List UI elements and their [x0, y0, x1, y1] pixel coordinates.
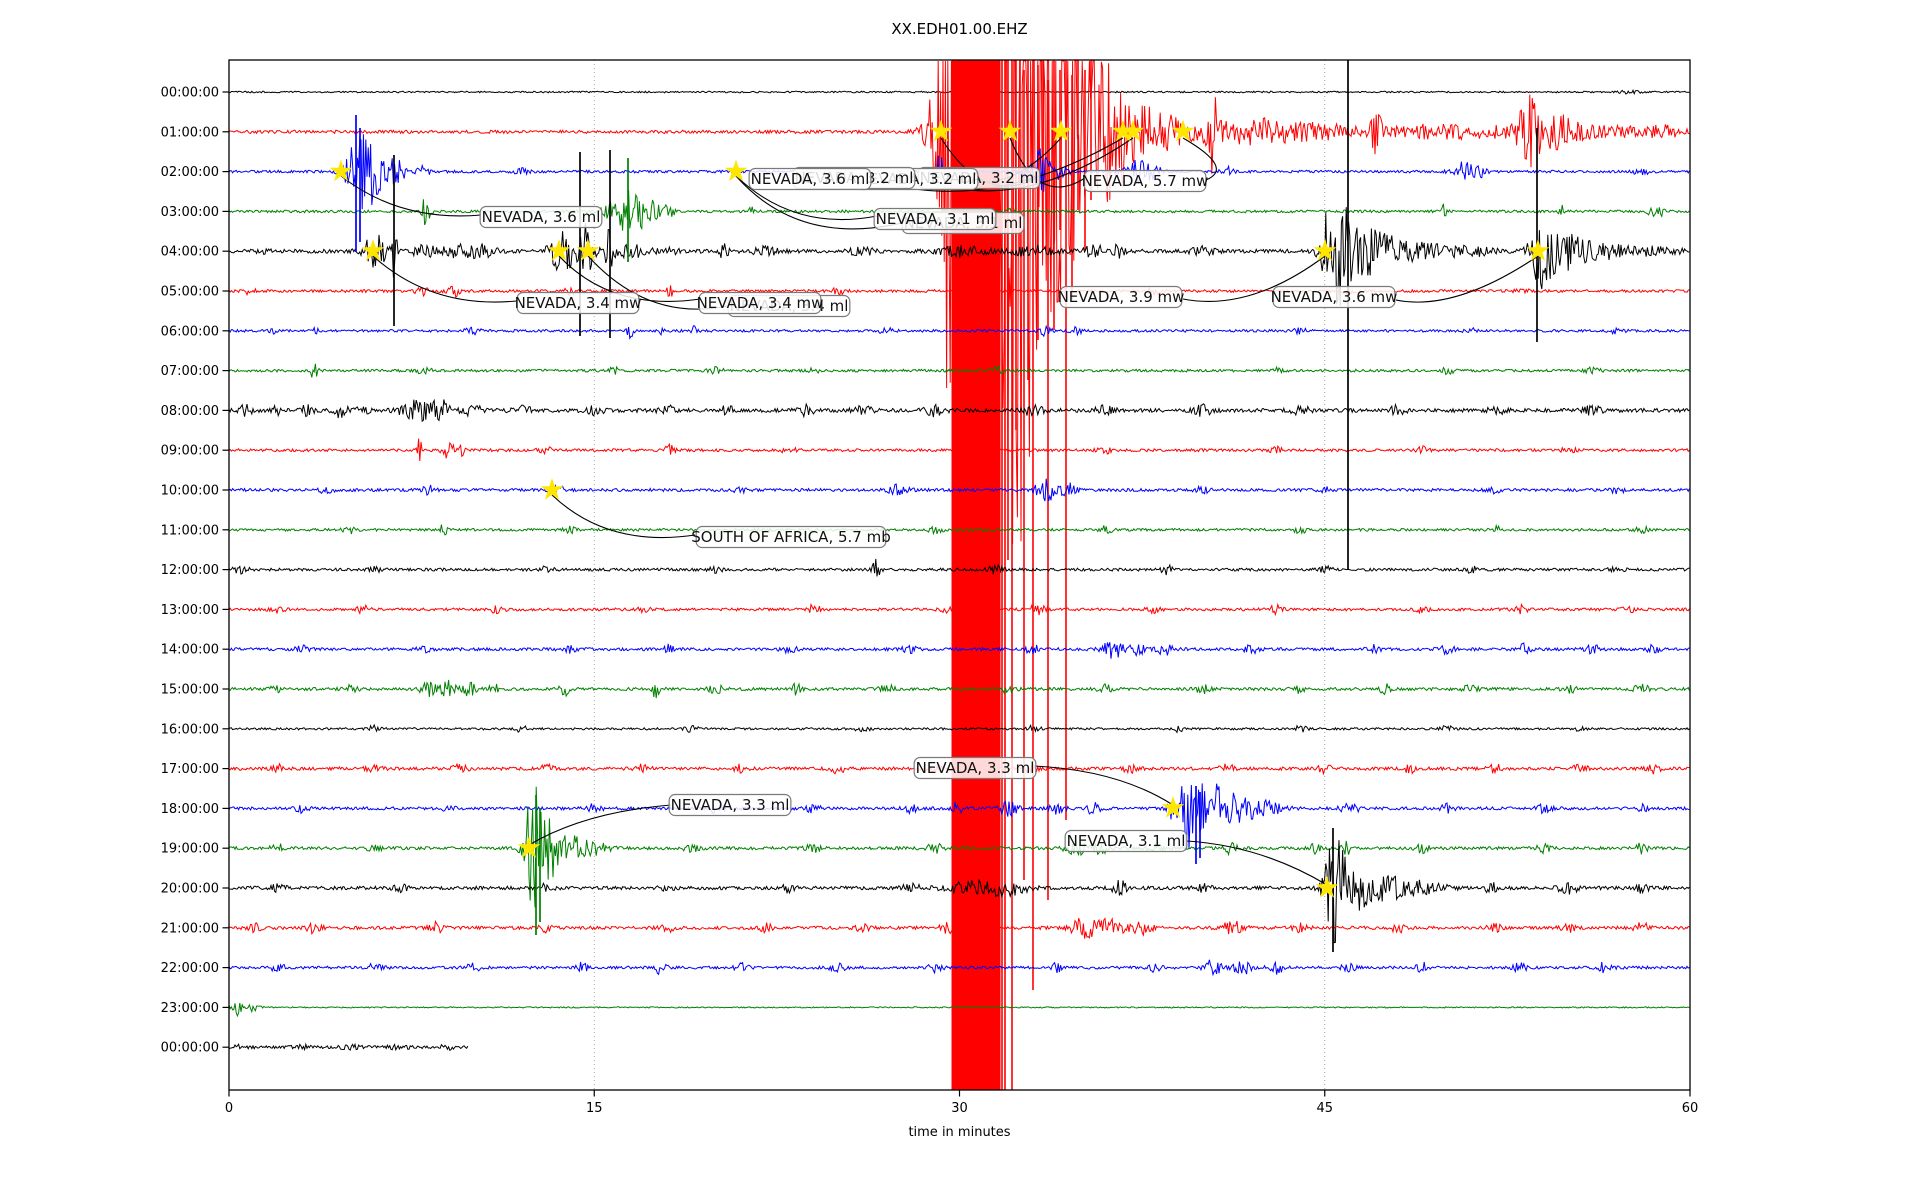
row-time-label: 07:00:00 [161, 364, 219, 379]
event-label-text: NEVADA, 5.7 mw [1082, 172, 1209, 190]
x-tick-label: 30 [951, 1101, 968, 1116]
event-label-text: NEVADA, 3.4 mw [697, 294, 824, 312]
row-time-label: 14:00:00 [161, 643, 219, 658]
row-time-label: 23:00:00 [161, 1001, 219, 1016]
row-time-label: 01:00:00 [161, 125, 219, 140]
row-time-label: 16:00:00 [161, 722, 219, 737]
row-time-label: 03:00:00 [161, 205, 219, 220]
row-time-label: 22:00:00 [161, 961, 219, 976]
event-label-text: NEVADA, 3.4 mw [515, 294, 642, 312]
row-time-label: 11:00:00 [161, 523, 219, 538]
row-time-label: 06:00:00 [161, 324, 219, 339]
row-time-label: 00:00:00 [161, 86, 219, 101]
event-label-text: NEVADA, 3.9 mw [1058, 288, 1185, 306]
row-time-label: 21:00:00 [161, 921, 219, 936]
row-time-label: 19:00:00 [161, 842, 219, 857]
x-tick-label: 45 [1316, 1101, 1333, 1116]
row-time-label: 10:00:00 [161, 484, 219, 499]
row-time-label: 18:00:00 [161, 802, 219, 817]
event-label-text: NEVADA, 3.1 ml [1067, 832, 1186, 850]
x-tick-label: 15 [586, 1101, 603, 1116]
event-label-text: SOUTH OF AFRICA, 5.7 mb [691, 528, 890, 546]
row-time-label: 13:00:00 [161, 603, 219, 618]
event-label-text: NEVADA, 3.1 ml [876, 210, 995, 228]
row-time-label: 12:00:00 [161, 563, 219, 578]
x-tick-label: 0 [225, 1101, 233, 1116]
row-time-label: 00:00:00 [161, 1041, 219, 1056]
row-time-label: 17:00:00 [161, 762, 219, 777]
event-label-text: NEVADA, 3.3 ml [916, 759, 1035, 777]
row-time-label: 08:00:00 [161, 404, 219, 419]
row-time-label: 15:00:00 [161, 683, 219, 698]
x-tick-label: 60 [1682, 1101, 1699, 1116]
row-time-label: 05:00:00 [161, 285, 219, 300]
x-axis-label: time in minutes [908, 1125, 1010, 1140]
row-time-label: 20:00:00 [161, 882, 219, 897]
plot-title: XX.EDH01.00.EHZ [891, 20, 1027, 38]
row-time-label: 09:00:00 [161, 444, 219, 459]
event-label-text: NEVADA, 3.6 ml [482, 208, 601, 226]
row-time-label: 04:00:00 [161, 245, 219, 260]
event-label-text: NEVADA, 3.3 ml [671, 796, 790, 814]
row-time-label: 02:00:00 [161, 165, 219, 180]
event-label-text: NEVADA, 3.6 ml [751, 170, 870, 188]
helicorder-figure: XX.EDH01.00.EHZ NEVADA, 3.2 mlNEVADA, 3.… [0, 0, 1920, 1200]
event-label-text: NEVADA, 3.6 mw [1271, 288, 1398, 306]
